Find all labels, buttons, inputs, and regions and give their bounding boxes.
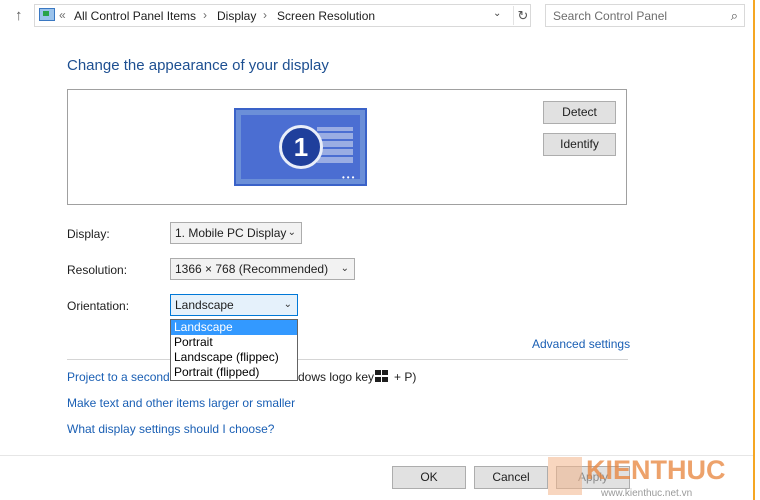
divider [67,359,628,360]
breadcrumb-all-control-panel-items[interactable]: All Control Panel Items [74,9,196,23]
orientation-option-landscape-flipped[interactable]: Landscape (flippec) [171,350,297,365]
watermark-logo-icon [548,457,582,495]
search-placeholder: Search Control Panel [553,9,668,23]
orientation-dropdown-list: Landscape Portrait Landscape (flippec) P… [170,319,298,381]
refresh-icon[interactable]: ↻ [513,6,532,25]
monitor-number: 1 [279,125,323,169]
project-link[interactable]: Project to a second [67,370,170,384]
watermark: KIENTHUC www.kienthuc.net.vn [546,455,752,500]
windows-logo-icon [375,370,389,383]
address-bar[interactable]: « All Control Panel Items › Display › Sc… [34,4,531,27]
address-dropdown-icon[interactable]: ⌄ [493,8,501,19]
chevron-down-icon: ⌄ [287,227,296,238]
orientation-select[interactable]: Landscape ⌄ [170,294,298,316]
breadcrumb-screen-resolution[interactable]: Screen Resolution [277,9,375,23]
address-toolbar: ↑ « All Control Panel Items › Display › … [0,0,760,34]
resolution-select-value: 1366 × 768 (Recommended) [175,262,329,276]
resolution-label: Resolution: [67,263,128,277]
monitor-preview-area: 1 ••• Detect Identify [67,89,627,205]
project-link-end: + P) [394,370,417,384]
orientation-option-landscape[interactable]: Landscape [171,320,297,335]
search-icon[interactable]: ⌕ [731,8,738,24]
breadcrumb-separator[interactable]: › [263,8,267,22]
display-label: Display: [67,227,110,241]
text-larger-link[interactable]: Make text and other items larger or smal… [67,396,295,410]
monitor-icon[interactable]: 1 ••• [234,108,367,186]
identify-button[interactable]: Identify [543,133,616,156]
display-select-value: 1. Mobile PC Display [175,226,287,240]
ok-button[interactable]: OK [392,466,466,489]
cancel-button[interactable]: Cancel [474,466,548,489]
display-settings-help-link[interactable]: What display settings should I choose? [67,422,274,436]
watermark-brand: KIENTHUC [586,455,726,485]
chevron-down-icon: ⌄ [283,299,292,310]
advanced-settings-link[interactable]: Advanced settings [532,337,630,351]
breadcrumb-display[interactable]: Display [217,9,256,23]
up-arrow-icon[interactable]: ↑ [15,7,23,24]
control-panel-icon [39,8,55,21]
monitor-screen: 1 ••• [241,115,360,182]
search-input[interactable]: Search Control Panel ⌕ [545,4,745,27]
orientation-option-portrait[interactable]: Portrait [171,335,297,350]
orientation-label: Orientation: [67,299,130,313]
project-link-suffix: dows logo key [298,370,375,384]
display-select[interactable]: 1. Mobile PC Display ⌄ [170,222,302,244]
page-title: Change the appearance of your display [67,57,329,74]
watermark-url: www.kienthuc.net.vn [601,488,693,499]
breadcrumb-separator[interactable]: › [203,8,207,22]
orientation-option-portrait-flipped[interactable]: Portrait (flipped) [171,365,297,380]
detect-button[interactable]: Detect [543,101,616,124]
orientation-select-value: Landscape [175,298,234,312]
resolution-select[interactable]: 1366 × 768 (Recommended) ⌄ [170,258,355,280]
overflow-chevron-icon[interactable]: « [59,8,66,22]
monitor-dots: ••• [342,173,357,182]
window-edge-accent [753,0,755,500]
chevron-down-icon: ⌄ [340,263,349,274]
